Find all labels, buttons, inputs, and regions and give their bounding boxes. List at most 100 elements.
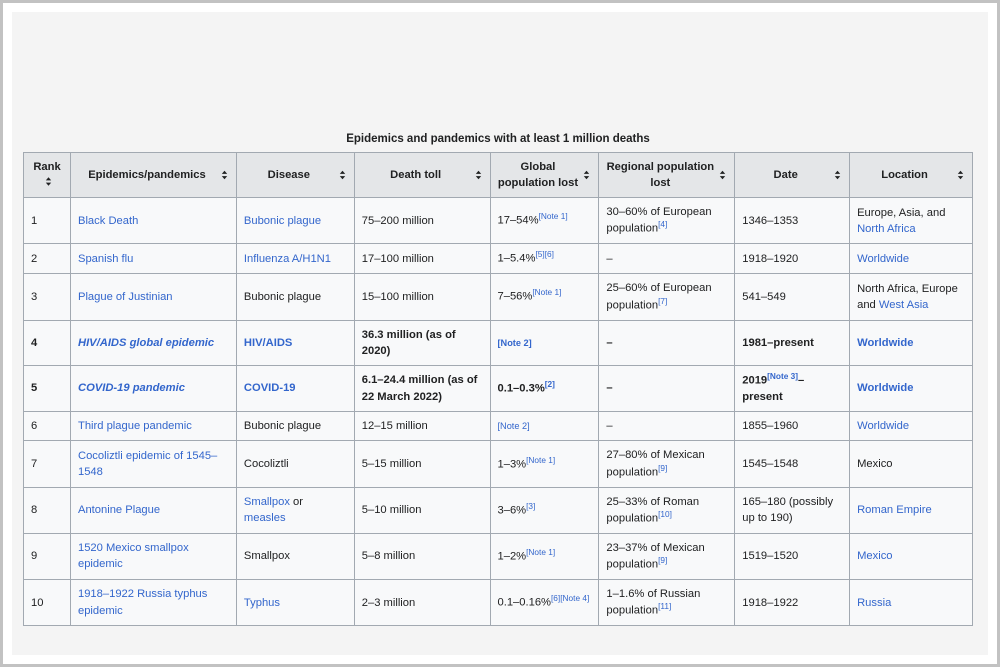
reference-superscript: [9] [658, 555, 667, 565]
location-link[interactable]: North Africa [857, 223, 915, 235]
column-header-date[interactable]: Date [734, 151, 851, 199]
sort-both-arrows-icon[interactable] [473, 169, 484, 180]
cell-location: Worldwide [849, 364, 973, 413]
reference-superscript: [6] [551, 593, 560, 603]
reference-link[interactable]: [Note 1] [539, 211, 568, 221]
disease-link[interactable]: Influenza A/H1N1 [244, 253, 331, 265]
disease-link-secondary[interactable]: measles [244, 512, 286, 524]
reference-link[interactable]: [4] [658, 219, 667, 229]
epidemic-name-link[interactable]: Antonine Plague [78, 504, 160, 516]
reference-link[interactable]: [Note 4] [560, 593, 589, 603]
cell-date: 1545–1548 [734, 440, 851, 488]
cell-regional-population-lost: 25–33% of Roman population[10] [598, 486, 736, 534]
reference-superscript: [3] [526, 501, 535, 511]
location-link[interactable]: West Asia [879, 299, 929, 311]
table-header-row: Rank Epidemics/pandemics Disease Death t… [23, 151, 973, 199]
cell-date: 165–180 (possibly up to 190) [734, 486, 851, 534]
cell-disease: Smallpox or measles [235, 486, 355, 534]
table-row: 4 HIV/AIDS global epidemic HIV/AIDS 36.3 mi… [23, 319, 973, 366]
sort-both-arrows-icon[interactable] [955, 169, 966, 180]
disease-link[interactable]: Typhus [244, 597, 280, 609]
epidemic-name-link[interactable]: Spanish flu [78, 253, 133, 265]
epidemic-name-link[interactable]: COVID-19 pandemic [78, 382, 185, 394]
table-row: 8 Antonine Plague Smallpox or measles 5–10 … [23, 486, 973, 534]
cell-death-toll: 15–100 million [353, 273, 491, 321]
column-header-death-toll[interactable]: Death toll [353, 151, 491, 199]
reference-link[interactable]: [Note 1] [526, 455, 555, 465]
cell-date: 1918–1922 [734, 579, 851, 627]
cell-epidemic-name: 1918–1922 Russia typhus epidemic [69, 579, 237, 627]
table-caption: Epidemics and pandemics with at least 1 … [346, 133, 650, 145]
cell-global-population-lost: 0.1–0.3%[2] [489, 364, 600, 413]
reference-link[interactable]: [Note 2] [498, 338, 532, 348]
epidemic-name-link[interactable]: Cocoliztli epidemic of 1545–1548 [78, 450, 217, 478]
reference-superscript: [Note 1] [539, 211, 568, 221]
location-link[interactable]: Worldwide [857, 253, 909, 265]
reference-link[interactable]: [3] [526, 501, 535, 511]
sort-both-arrows-icon[interactable] [219, 169, 230, 180]
cell-rank: 6 [23, 411, 71, 442]
column-header-epidemics-pandemics-label: Epidemics/pandemics [88, 168, 206, 181]
reference-link[interactable]: [Note 1] [526, 547, 555, 557]
column-header-global-population-lost[interactable]: Global population lost [489, 151, 600, 199]
column-header-epidemics-pandemics[interactable]: Epidemics/pandemics [69, 151, 237, 199]
reference-superscript: [Note 4] [560, 593, 589, 603]
cell-death-toll: 75–200 million [353, 197, 491, 245]
sort-both-arrows-icon[interactable] [337, 169, 348, 180]
sort-both-arrows-icon[interactable] [581, 169, 592, 180]
cell-rank: 3 [23, 273, 71, 321]
reference-note-only: [Note 2] [498, 421, 530, 431]
cell-regional-population-lost: – [598, 319, 736, 366]
disease-link[interactable]: Smallpox [244, 496, 290, 508]
epidemic-name-link[interactable]: 1918–1922 Russia typhus epidemic [78, 588, 207, 616]
reference-link[interactable]: [Note 2] [498, 421, 530, 431]
cell-regional-population-lost: 30–60% of European population[4] [598, 197, 736, 245]
reference-link[interactable]: [2] [545, 379, 555, 389]
cell-global-population-lost: 1–3%[Note 1] [489, 440, 600, 488]
reference-link[interactable]: [9] [658, 463, 667, 473]
epidemic-name-link[interactable]: Black Death [78, 215, 138, 227]
location-link[interactable]: Mexico [857, 550, 892, 562]
disease-link[interactable]: COVID-19 [244, 382, 296, 394]
disease-link[interactable]: HIV/AIDS [244, 337, 293, 349]
location-link[interactable]: Worldwide [857, 420, 909, 432]
cell-disease: COVID-19 [235, 364, 355, 413]
column-header-disease[interactable]: Disease [235, 151, 355, 199]
reference-link[interactable]: [6] [551, 593, 560, 603]
reference-superscript: [5] [535, 249, 544, 259]
epidemic-name-link[interactable]: Third plague pandemic [78, 420, 192, 432]
reference-link[interactable]: [Note 3] [767, 371, 798, 381]
location-link[interactable]: Roman Empire [857, 504, 932, 516]
cell-death-toll: 5–8 million [353, 532, 491, 581]
cell-epidemic-name: Cocoliztli epidemic of 1545–1548 [69, 440, 237, 488]
reference-link[interactable]: [9] [658, 555, 667, 565]
cell-regional-population-lost: – [598, 243, 736, 275]
column-header-location[interactable]: Location [849, 151, 973, 199]
reference-link[interactable]: [7] [658, 296, 667, 306]
cell-date: 1855–1960 [734, 411, 851, 442]
disease-link[interactable]: Bubonic plague [244, 215, 321, 227]
location-link[interactable]: Worldwide [857, 382, 913, 394]
column-header-rank[interactable]: Rank [23, 151, 71, 199]
reference-link[interactable]: [11] [658, 601, 671, 611]
cell-rank: 1 [23, 197, 71, 245]
location-link[interactable]: Worldwide [857, 337, 913, 349]
cell-location: Worldwide [849, 411, 973, 442]
reference-link[interactable]: [6] [545, 249, 554, 259]
pandemics-table-container: Epidemics and pandemics with at least 1 … [23, 131, 973, 627]
location-link[interactable]: Russia [857, 597, 891, 609]
sort-both-arrows-icon[interactable] [832, 169, 843, 180]
reference-link[interactable]: [5] [535, 249, 544, 259]
reference-link[interactable]: [10] [658, 509, 672, 519]
cell-death-toll: 5–15 million [353, 440, 491, 488]
cell-epidemic-name: Spanish flu [69, 243, 237, 275]
sort-both-arrows-icon[interactable] [717, 169, 728, 180]
sort-both-arrows-icon[interactable] [43, 176, 54, 187]
cell-disease: Cocoliztli [235, 440, 355, 488]
column-header-regional-population-lost[interactable]: Regional population lost [598, 151, 736, 199]
cell-regional-population-lost: 1–1.6% of Russian population[11] [598, 579, 736, 627]
epidemic-name-link[interactable]: 1520 Mexico smallpox epidemic [78, 542, 189, 570]
reference-link[interactable]: [Note 1] [532, 287, 561, 297]
epidemic-name-link[interactable]: Plague of Justinian [78, 291, 173, 303]
epidemic-name-link[interactable]: HIV/AIDS global epidemic [78, 337, 214, 349]
